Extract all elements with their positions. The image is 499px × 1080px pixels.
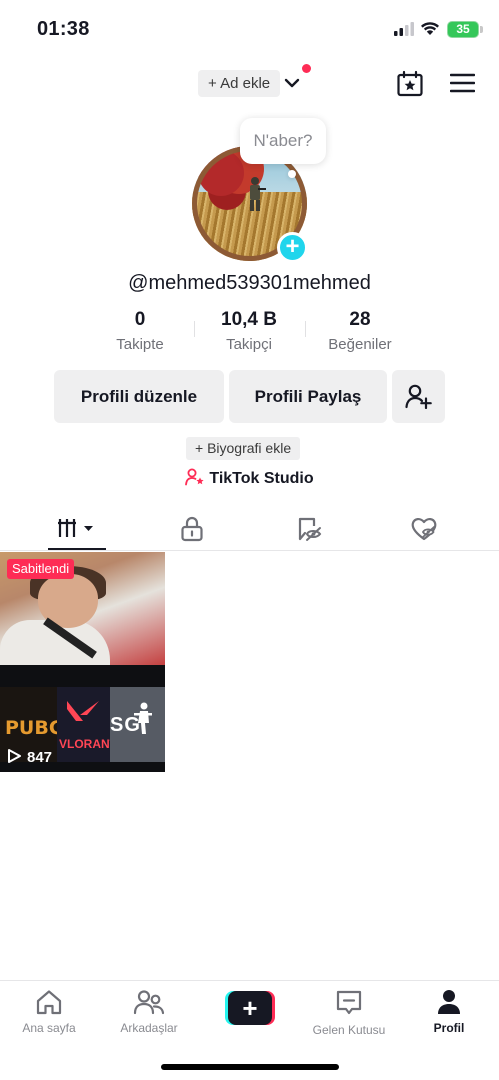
add-friend-button[interactable]	[392, 370, 445, 423]
notification-dot	[302, 64, 311, 73]
tab-reposts[interactable]	[247, 508, 371, 550]
valorant-logo: VLORANT	[57, 687, 117, 762]
repost-eye-icon	[298, 517, 322, 541]
cs-logo: SG	[110, 687, 165, 762]
inbox-icon	[336, 990, 362, 1015]
stat-divider	[194, 321, 195, 337]
stat-following[interactable]: 0 Takipte	[90, 309, 190, 353]
valorant-v-icon	[67, 701, 99, 721]
note-bubble-tail	[288, 170, 296, 178]
battery-cap	[480, 26, 483, 33]
share-profile-button[interactable]: Profili Paylaş	[229, 370, 387, 423]
tiktok-studio-label: TikTok Studio	[209, 470, 314, 487]
pubg-logo-text: PUBG	[5, 717, 65, 739]
chevron-down-icon[interactable]	[283, 74, 301, 92]
nav-friends-label: Arkadaşlar	[120, 1021, 178, 1035]
username: @mehmed539301mehmed	[128, 272, 371, 294]
hamburger-menu-icon[interactable]	[450, 73, 475, 93]
nav-home-label: Ana sayfa	[22, 1021, 76, 1035]
nav-profile-label: Profil	[433, 1021, 465, 1035]
add-account-button[interactable]: + Ad ekle	[198, 70, 281, 97]
stat-followers-value: 10,4 B	[221, 309, 277, 330]
add-bio-button[interactable]: + Biyografi ekle	[186, 437, 301, 460]
video-thumbnail[interactable]: PUBG VLORANT SG Sabitlendi 847	[0, 552, 165, 772]
battery-icon: 35	[447, 21, 479, 38]
studio-user-star-icon	[185, 468, 204, 486]
note-bubble[interactable]: N'aber?	[240, 118, 326, 164]
tab-private[interactable]	[130, 508, 254, 550]
home-icon	[36, 990, 62, 1015]
add-avatar-plus-icon[interactable]: +	[277, 232, 308, 263]
stat-followers-label: Takipçi	[226, 336, 272, 353]
profile-icon	[438, 990, 460, 1014]
edit-profile-button[interactable]: Profili düzenle	[54, 370, 224, 423]
stat-likes-label: Beğeniler	[328, 336, 392, 353]
liked-heart-icon	[411, 518, 437, 541]
pinned-badge: Sabitlendi	[7, 559, 75, 579]
tab-liked[interactable]	[362, 508, 486, 550]
stat-likes[interactable]: 28 Beğeniler	[310, 309, 410, 353]
cellular-signal-icon	[394, 22, 414, 36]
videos-grid-icon	[58, 519, 93, 537]
stat-followers[interactable]: 10,4 B Takipçi	[199, 309, 299, 353]
play-icon	[8, 749, 21, 763]
tab-videos[interactable]	[15, 508, 139, 550]
stat-likes-value: 28	[349, 309, 371, 330]
profile-stats: 0 Takipte 10,4 B Takipçi 28 Beğeniler	[90, 309, 410, 359]
tiktok-studio-link[interactable]: TikTok Studio	[0, 468, 499, 488]
create-button[interactable]: +	[225, 991, 275, 1025]
status-time: 01:38	[37, 18, 90, 40]
wifi-icon	[421, 22, 439, 35]
add-user-icon	[405, 384, 432, 409]
tab-active-indicator	[48, 548, 106, 550]
nav-profile[interactable]: Profil	[404, 989, 494, 1035]
calendar-star-icon[interactable]	[396, 70, 424, 98]
friends-icon	[133, 990, 165, 1015]
nav-home[interactable]: Ana sayfa	[4, 989, 94, 1035]
create-plus-icon: +	[228, 991, 272, 1025]
nav-inbox-label: Gelen Kutusu	[312, 1023, 386, 1037]
profile-tabs	[0, 508, 499, 551]
nav-inbox[interactable]: Gelen Kutusu	[304, 989, 394, 1037]
view-count: 847	[6, 748, 52, 766]
stat-following-label: Takipte	[116, 336, 164, 353]
view-count-value: 847	[27, 749, 53, 766]
battery-level: 35	[456, 22, 470, 36]
home-indicator	[161, 1064, 339, 1070]
lock-icon	[181, 516, 203, 542]
stat-divider	[305, 321, 306, 337]
nav-friends[interactable]: Arkadaşlar	[104, 989, 194, 1035]
status-bar: 01:38 35	[0, 0, 499, 60]
stat-following-value: 0	[134, 309, 146, 330]
soldier-silhouette-icon	[134, 702, 152, 734]
valorant-logo-text: VLORANT	[59, 737, 117, 751]
